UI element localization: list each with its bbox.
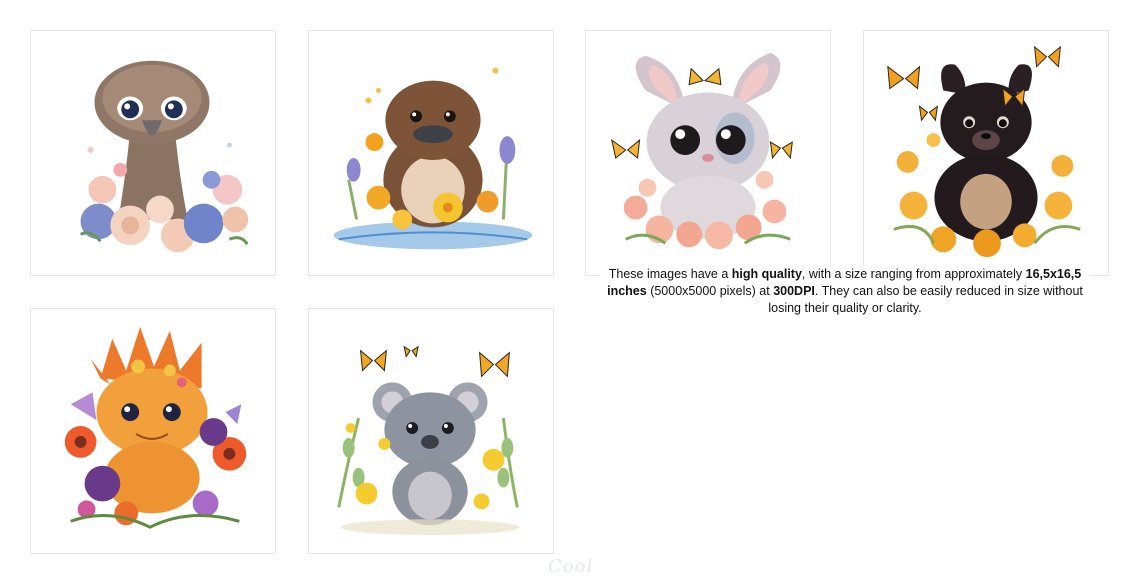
koala-illustration — [337, 345, 520, 536]
gallery-image-koala[interactable] — [308, 308, 554, 554]
caption-text-2: , with a size ranging from approximately — [801, 267, 1026, 281]
gallery-image-emu[interactable] — [30, 30, 276, 276]
bilby-illustration — [611, 52, 793, 250]
gallery-image-platypus[interactable] — [308, 30, 554, 276]
caption-text-3: (5000x5000 pixels) at — [646, 284, 774, 298]
tasmanian-devil-illustration — [887, 45, 1081, 258]
quality-caption: These images have a high quality, with a… — [600, 266, 1090, 317]
gallery-image-bilby[interactable] — [585, 30, 831, 276]
gallery-image-tasmanian-devil[interactable] — [863, 30, 1109, 276]
emu-illustration — [79, 60, 249, 253]
dragon-illustration — [64, 326, 247, 529]
watermark: Cool — [548, 556, 594, 577]
caption-text-4: . They can also be easily reduced in siz… — [768, 284, 1083, 315]
caption-highlight-quality: high quality — [731, 267, 802, 281]
caption-text-1: These images have a — [608, 267, 732, 281]
platypus-illustration — [333, 67, 533, 250]
gallery-image-thorny-dragon[interactable] — [30, 308, 276, 554]
caption-highlight-dpi: 300DPI — [773, 284, 815, 298]
